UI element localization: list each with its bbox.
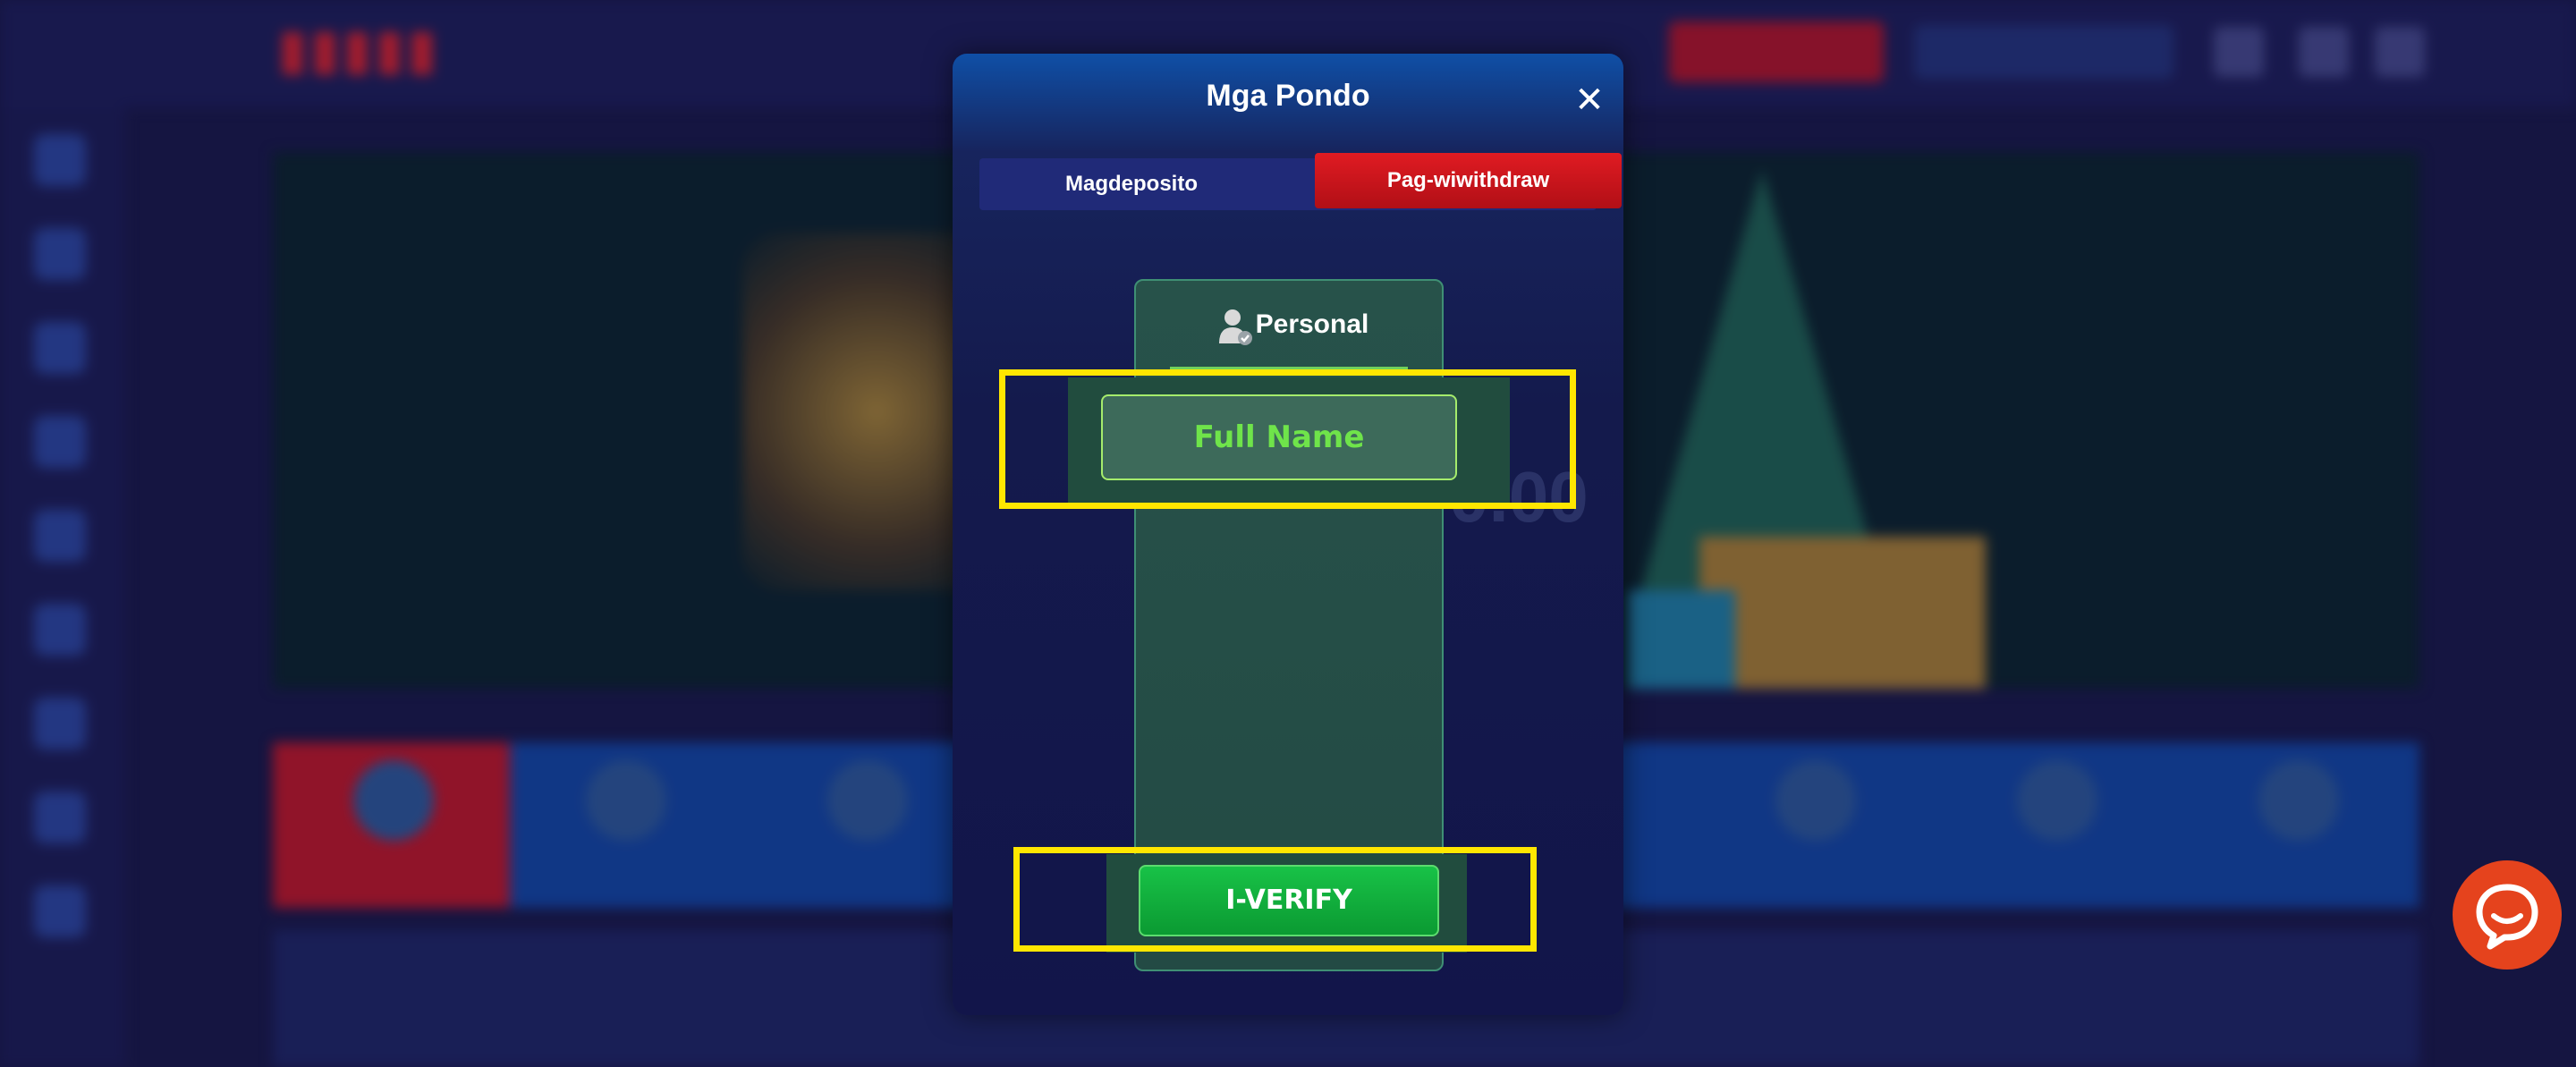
tab-withdraw[interactable]: Pag-wiwithdraw bbox=[1315, 153, 1622, 208]
chat-bubble-glyph bbox=[2476, 884, 2538, 950]
modal-title: Mga Pondo bbox=[1206, 79, 1370, 113]
verify-button[interactable]: I-VERIFY bbox=[1139, 865, 1439, 936]
full-name-input[interactable]: Full Name bbox=[1101, 394, 1457, 480]
panel-divider bbox=[1170, 367, 1408, 369]
funds-tabs: Magdeposito Pag-wiwithdraw bbox=[979, 153, 1622, 210]
chat-icon[interactable] bbox=[2453, 860, 2562, 970]
panel-heading-label: Personal bbox=[1255, 309, 1369, 339]
close-icon[interactable]: ✕ bbox=[1570, 80, 1609, 120]
panel-heading: Personal bbox=[1136, 302, 1442, 347]
tab-deposit[interactable]: Magdeposito bbox=[979, 158, 1284, 210]
